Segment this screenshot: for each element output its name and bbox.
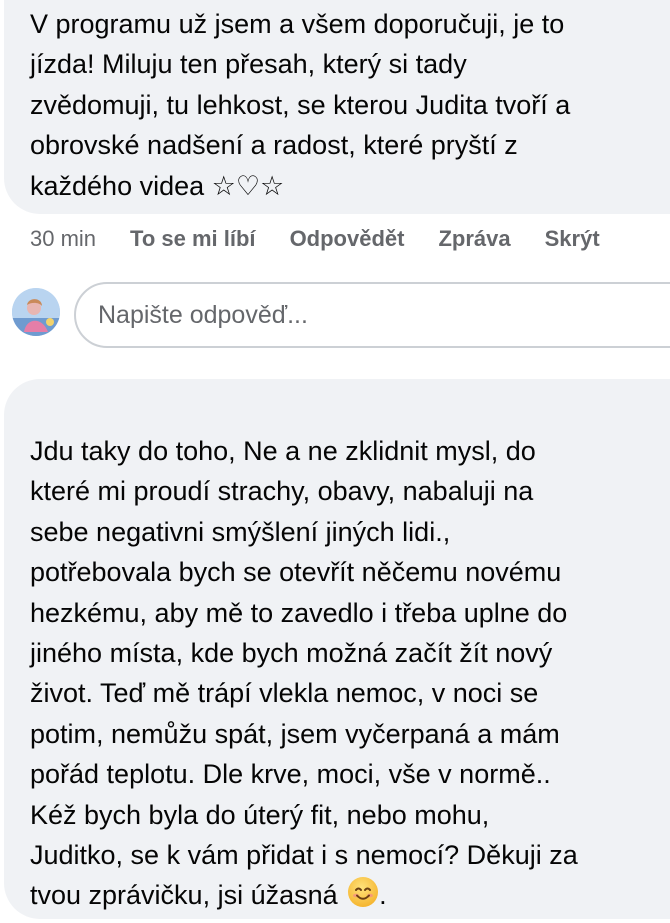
smiling-face-emoji-icon [347, 876, 379, 919]
comment-text: Jdu taky do toho, Ne a ne zklidnit mysl,… [30, 431, 670, 919]
hide-button[interactable]: Skrýt [545, 226, 600, 252]
comment-actions: 30 min To se mi líbí Odpovědět Zpráva Sk… [30, 222, 634, 256]
reply-composer [12, 282, 670, 348]
reply-button[interactable]: Odpovědět [290, 226, 405, 252]
reply-input[interactable] [74, 282, 670, 348]
comment-text: V programu už jsem a všem doporučuji, je… [30, 9, 571, 201]
avatar[interactable] [12, 288, 60, 336]
like-button[interactable]: To se mi líbí [130, 226, 256, 252]
comment-bubble: Jdu taky do toho, Ne a ne zklidnit mysl,… [4, 379, 670, 919]
comment-thread: V programu už jsem a všem doporučuji, je… [0, 0, 670, 923]
comment-timestamp: 30 min [30, 226, 97, 251]
comment-body: Jdu taky do toho, Ne a ne zklidnit mysl,… [30, 436, 578, 911]
comment-bubble: V programu už jsem a všem doporučuji, je… [4, 0, 670, 214]
avatar-photo-icon [12, 288, 60, 336]
message-button[interactable]: Zpráva [438, 226, 510, 252]
